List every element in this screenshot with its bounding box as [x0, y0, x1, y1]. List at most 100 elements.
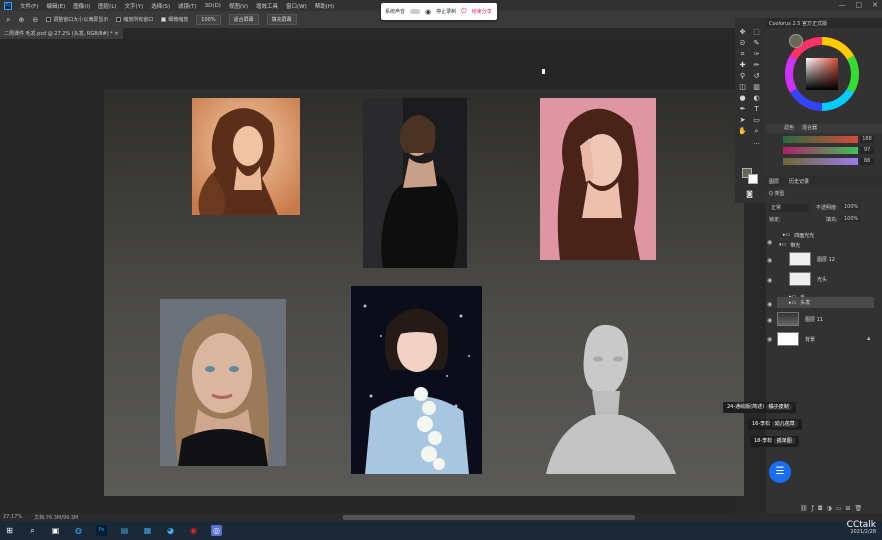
- tab-history[interactable]: 历史记录: [789, 178, 809, 185]
- stop-recording-button[interactable]: 停止录制: [436, 8, 456, 15]
- new-group-icon[interactable]: ▭: [836, 505, 846, 512]
- delete-layer-icon[interactable]: 🗑︎: [854, 505, 866, 512]
- menu-view[interactable]: 视图(V): [229, 2, 248, 10]
- menu-edit[interactable]: 编辑(E): [46, 2, 65, 10]
- document-tab[interactable]: 二周课件 毛发.psd @ 27.2% (头发, RGB/8#) * ✕: [0, 28, 123, 39]
- blur-tool-icon[interactable]: ●: [738, 94, 747, 103]
- move-tool-icon[interactable]: ✥: [738, 28, 747, 37]
- fill-field[interactable]: 100%: [842, 216, 861, 222]
- visibility-eye-icon[interactable]: ◉: [767, 257, 775, 264]
- zoom-all-checkbox[interactable]: 缩放所有窗口: [116, 16, 153, 23]
- quick-mask-icon[interactable]: ◙: [745, 190, 754, 199]
- mask-icon[interactable]: ◘: [818, 505, 827, 512]
- tab-layers[interactable]: 图层: [769, 178, 779, 185]
- path-select-icon[interactable]: ➤: [738, 116, 747, 125]
- lesson-popup[interactable]: 24-通绘版(简述) 橘子皮制: [723, 402, 796, 413]
- menu-image[interactable]: 图像(I): [73, 2, 90, 10]
- hand-tool-icon[interactable]: ✋: [738, 127, 747, 136]
- marquee-tool-icon[interactable]: ⬚: [752, 28, 761, 37]
- menu-plugins[interactable]: 增效工具: [256, 2, 278, 10]
- layer-row[interactable]: 背景 🔒︎: [777, 330, 874, 348]
- maximize-button[interactable]: □: [856, 1, 863, 9]
- scrubby-zoom-checkbox[interactable]: 细微缩放: [161, 16, 188, 23]
- visibility-eye-icon[interactable]: ◉: [767, 336, 775, 343]
- zoom-value-field[interactable]: 100%: [196, 14, 221, 25]
- menu-filter[interactable]: 滤镜(T): [178, 2, 197, 10]
- dodge-tool-icon[interactable]: ◐: [752, 94, 761, 103]
- task-view-icon[interactable]: ▣: [50, 525, 61, 536]
- menu-select[interactable]: 选择(S): [151, 2, 170, 10]
- green-value[interactable]: 97: [860, 147, 874, 154]
- minimize-button[interactable]: —: [839, 1, 846, 9]
- photoshop-taskbar-icon[interactable]: Ps: [96, 525, 107, 536]
- brush-tool-icon[interactable]: ✏: [752, 61, 761, 70]
- menu-help[interactable]: 帮助(H): [315, 2, 334, 10]
- layer-group-row-selected[interactable]: ▸▭ 头发: [777, 297, 874, 308]
- tab-filter[interactable]: 滤色: [784, 124, 794, 133]
- cctalk-taskbar-icon[interactable]: ◎: [211, 525, 222, 536]
- shape-tool-icon[interactable]: ▭: [752, 116, 761, 125]
- stop-record-icon[interactable]: ◉: [425, 8, 431, 16]
- type-tool-icon[interactable]: T: [752, 105, 761, 114]
- layer-row[interactable]: 图层 12: [777, 250, 874, 268]
- netease-music-icon[interactable]: ◉: [188, 525, 199, 536]
- blue-slider[interactable]: [783, 158, 858, 165]
- file-explorer-icon[interactable]: ▤: [119, 525, 130, 536]
- zoom-level[interactable]: 27.17%: [3, 514, 22, 520]
- healing-brush-icon[interactable]: ✚: [738, 61, 747, 70]
- pen-tool-icon[interactable]: ✒: [738, 105, 747, 114]
- visibility-eye-icon[interactable]: ◉: [767, 277, 775, 284]
- visibility-eye-icon[interactable]: ◉: [767, 239, 775, 246]
- edge-icon[interactable]: ◕: [165, 525, 176, 536]
- layer-row[interactable]: 图层 11: [777, 310, 874, 328]
- gradient-tool-icon[interactable]: ▥: [752, 83, 761, 92]
- blue-value[interactable]: 88: [860, 158, 874, 165]
- system-sound-toggle[interactable]: [410, 9, 421, 14]
- fit-screen-button[interactable]: 适合屏幕: [228, 14, 259, 25]
- green-slider[interactable]: [783, 147, 858, 154]
- current-color-swatch[interactable]: [789, 34, 803, 48]
- horizontal-scrollbar[interactable]: [343, 515, 635, 520]
- resize-windows-checkbox[interactable]: 调整窗口大小以满屏显示: [46, 16, 108, 23]
- lesson-popup[interactable]: 18-李松 孤单图: [750, 436, 799, 447]
- lesson-popup[interactable]: 16-李松 幼儿花草: [748, 419, 802, 430]
- menu-layer[interactable]: 图层(L): [98, 2, 116, 10]
- store-icon[interactable]: ▦: [142, 525, 153, 536]
- red-value[interactable]: 188: [860, 136, 874, 143]
- search-icon[interactable]: ⌕: [27, 525, 38, 536]
- blend-mode-select[interactable]: 正常: [769, 204, 809, 212]
- clone-stamp-icon[interactable]: ⚲: [738, 72, 747, 81]
- visibility-eye-icon[interactable]: ◉: [767, 301, 775, 308]
- tab-mixer[interactable]: 混合器: [802, 124, 817, 133]
- history-brush-icon[interactable]: ↺: [752, 72, 761, 81]
- edge-browser-icon[interactable]: ◍: [73, 525, 84, 536]
- menu-file[interactable]: 文件(F): [20, 2, 38, 10]
- menu-type[interactable]: 文字(Y): [125, 2, 144, 10]
- red-slider[interactable]: [783, 136, 858, 143]
- visibility-eye-icon[interactable]: ◉: [767, 317, 775, 324]
- power-icon[interactable]: ⏻: [461, 7, 467, 16]
- lasso-tool-icon[interactable]: ᘐ: [738, 39, 747, 48]
- crop-tool-icon[interactable]: ⌗: [738, 50, 747, 59]
- windows-start-icon[interactable]: ⊞: [4, 525, 15, 536]
- menu-window[interactable]: 窗口(W): [286, 2, 307, 10]
- menu-3d[interactable]: 3D(D): [205, 3, 221, 9]
- chat-bubble-icon[interactable]: ☰: [769, 461, 791, 483]
- layer-row[interactable]: 光头: [777, 270, 874, 288]
- layer-kind-filter[interactable]: Q 类型: [769, 190, 785, 197]
- zoom-tool-panel-icon[interactable]: ⌕: [752, 127, 761, 136]
- link-layers-icon[interactable]: ⛓: [800, 505, 812, 512]
- adjustment-icon[interactable]: ◑: [827, 505, 836, 512]
- eraser-tool-icon[interactable]: ◫: [738, 83, 747, 92]
- zoom-in-icon[interactable]: ⊕: [18, 16, 24, 24]
- fill-screen-button[interactable]: 填充屏幕: [266, 14, 297, 25]
- eyedropper-tool-icon[interactable]: ✑: [752, 50, 761, 59]
- document-canvas[interactable]: [104, 89, 744, 496]
- zoom-out-icon[interactable]: ⊖: [32, 16, 38, 24]
- close-button[interactable]: ✕: [872, 1, 878, 9]
- quick-select-tool-icon[interactable]: ✎: [752, 39, 761, 48]
- background-color-swatch[interactable]: [748, 174, 758, 184]
- opacity-field[interactable]: 100%: [842, 204, 861, 210]
- zoom-tool-icon[interactable]: ⌕: [6, 15, 10, 25]
- more-tools-icon[interactable]: …: [752, 138, 761, 147]
